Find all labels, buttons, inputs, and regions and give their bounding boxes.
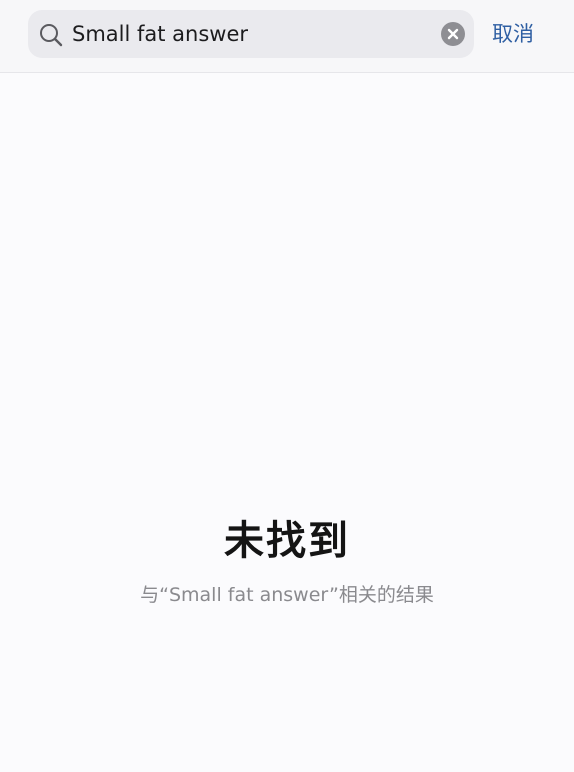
clear-icon[interactable]: [441, 22, 465, 46]
search-input[interactable]: [72, 10, 432, 58]
empty-state-subtitle: 与“Small fat answer”相关的结果: [140, 584, 434, 606]
search-icon: [38, 22, 64, 48]
empty-state-title: 未找到: [224, 518, 350, 564]
cancel-button[interactable]: 取消: [492, 14, 534, 54]
search-header: 取消: [0, 0, 574, 73]
search-field[interactable]: [28, 10, 474, 58]
